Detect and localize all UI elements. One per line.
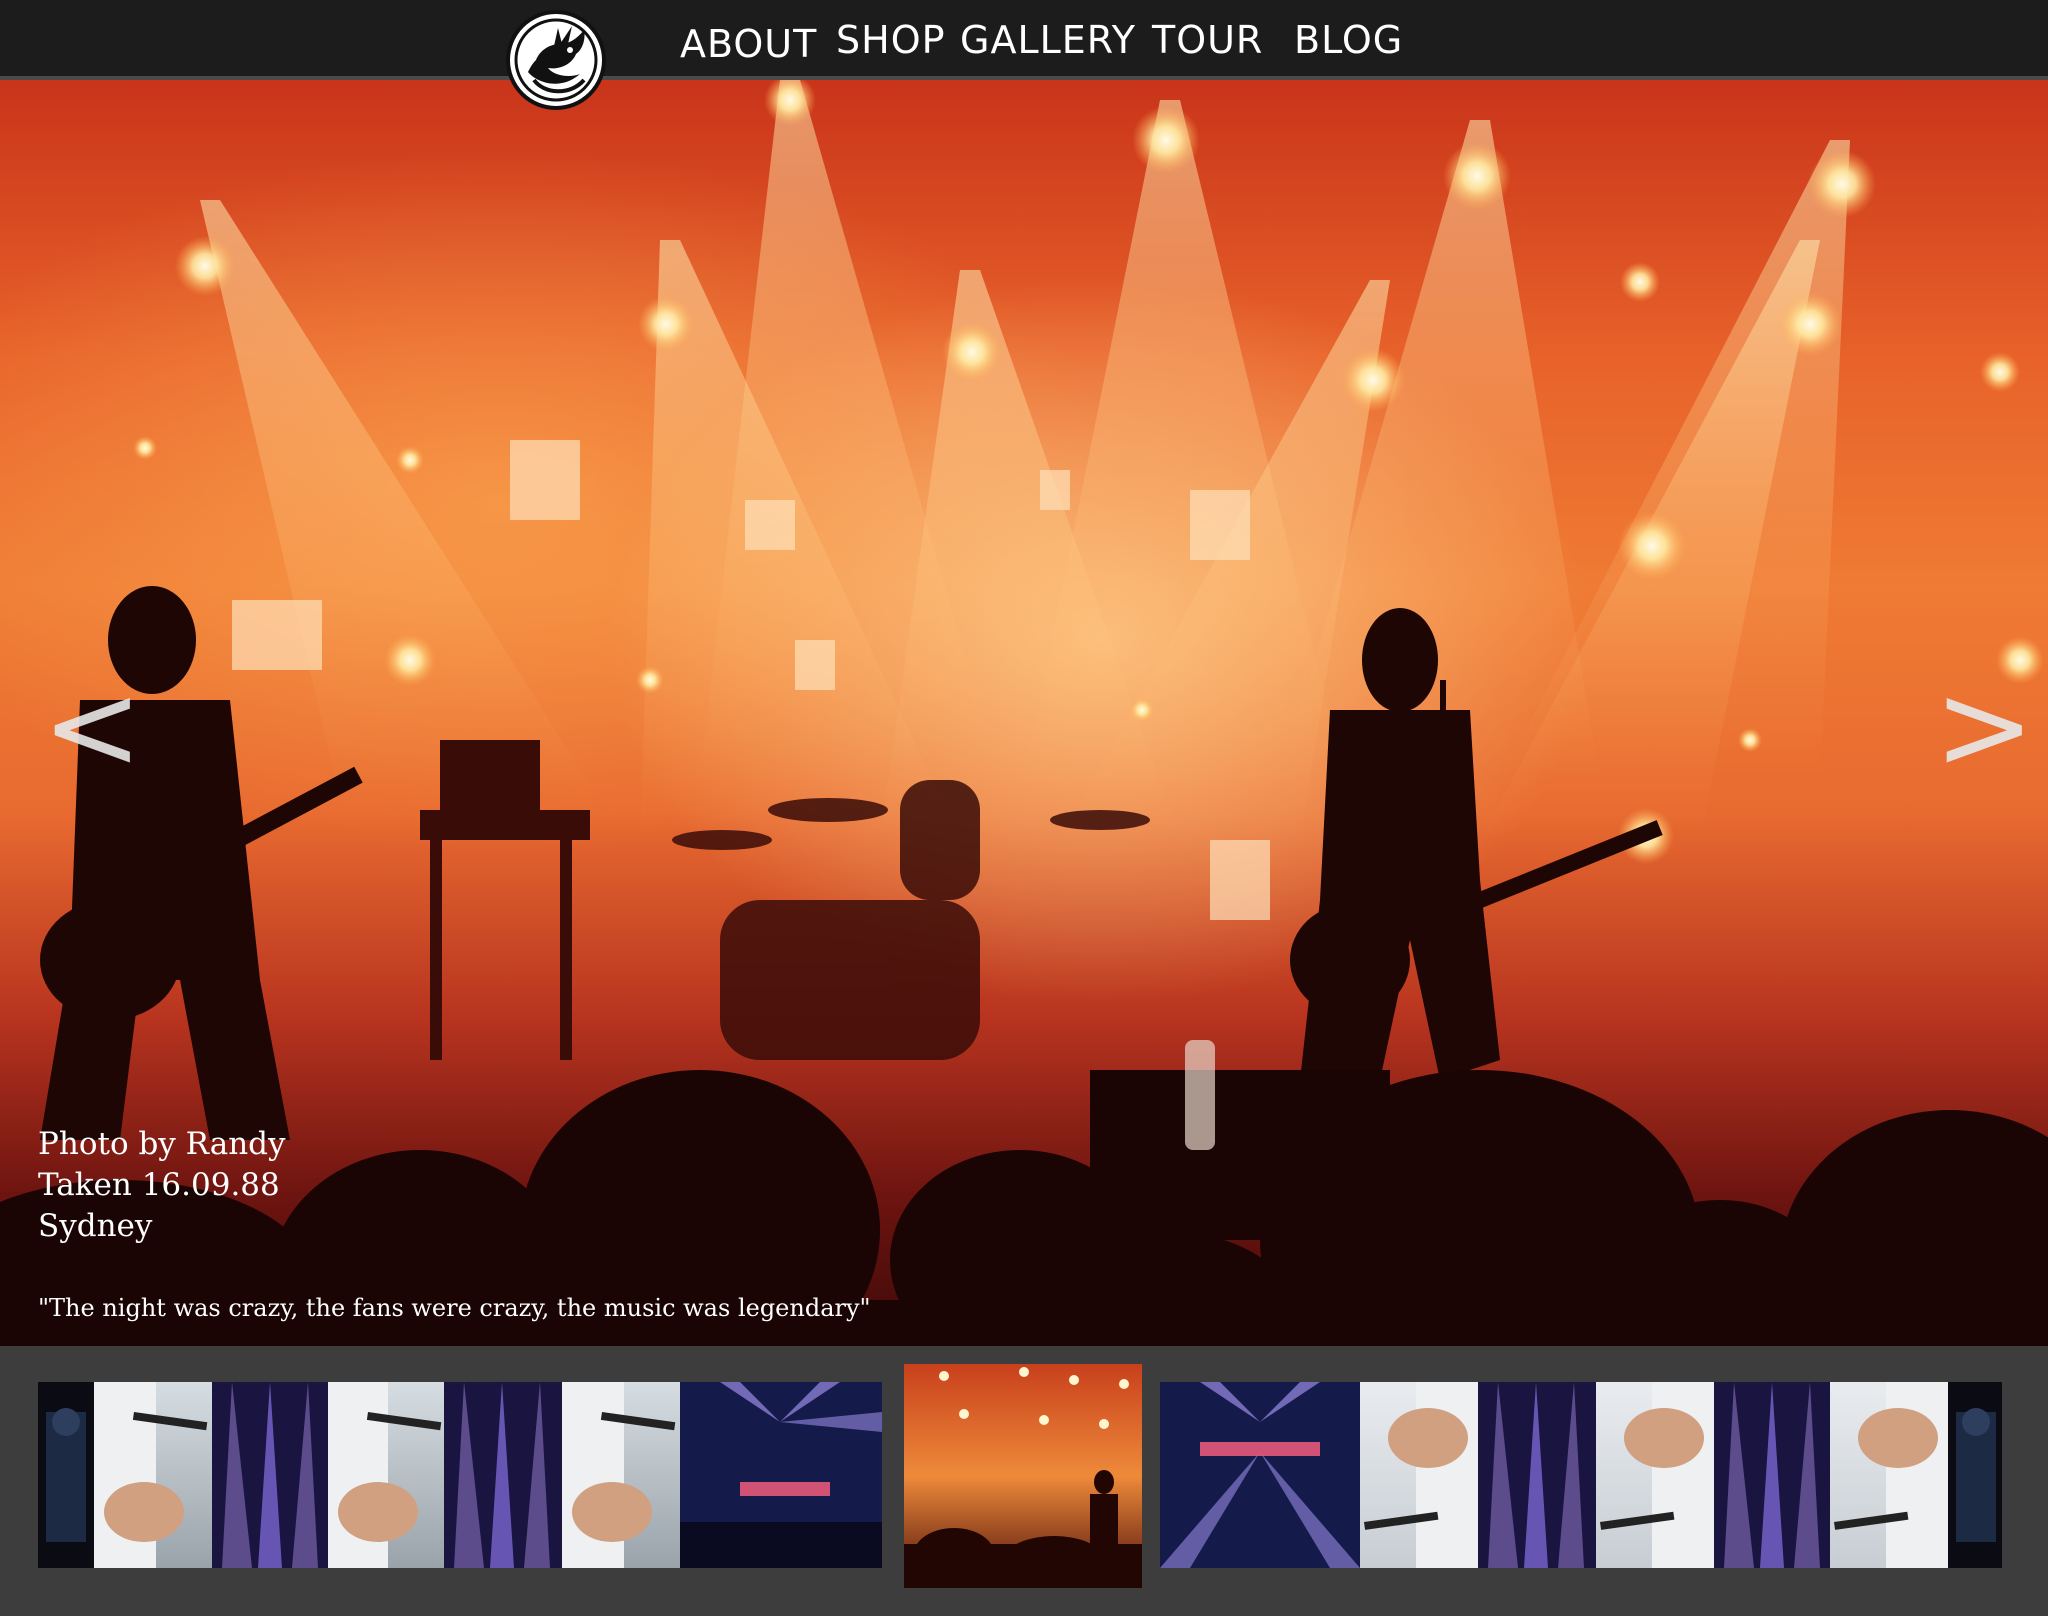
thumbnail-item[interactable]	[1714, 1382, 1830, 1568]
thumbnail-item[interactable]	[328, 1382, 444, 1568]
light-beams	[200, 80, 1850, 840]
thumbnail-item[interactable]	[562, 1382, 680, 1568]
thumbnail-strip	[0, 1346, 2048, 1616]
photo-date: Taken 16.09.88	[38, 1167, 280, 1203]
nav-about[interactable]: ABOUT	[680, 22, 817, 66]
nav-shop[interactable]: SHOP	[836, 18, 946, 62]
thumbnail-item[interactable]	[1830, 1382, 1948, 1568]
thumbnail-item[interactable]	[1948, 1382, 2002, 1568]
thumbnail-item-selected[interactable]	[904, 1364, 1142, 1588]
photo-credit: Photo by Randy	[38, 1126, 286, 1162]
top-navigation: ABOUT SHOP GALLERY TOUR BLOG	[0, 0, 2048, 80]
thumbnail-item[interactable]	[680, 1382, 882, 1568]
concert-scene	[0, 80, 2048, 1346]
nav-tour[interactable]: TOUR	[1152, 18, 1263, 62]
photo-quote: "The night was crazy, the fans were craz…	[38, 1294, 871, 1322]
thumbnail-item[interactable]	[444, 1382, 562, 1568]
water-bottle	[1185, 1040, 1215, 1150]
thumbnail-item[interactable]	[1160, 1382, 1360, 1568]
thumbnail-item[interactable]	[1596, 1382, 1714, 1568]
hero-photo: Photo by Randy Taken 16.09.88 Sydney "Th…	[0, 80, 2048, 1346]
photo-location: Sydney	[38, 1208, 153, 1244]
thumbnail-item[interactable]	[94, 1382, 212, 1568]
previous-arrow-icon[interactable]: <	[42, 668, 143, 788]
next-arrow-icon[interactable]: >	[1934, 668, 2035, 788]
thumbnail-item[interactable]	[212, 1382, 328, 1568]
nav-blog[interactable]: BLOG	[1294, 18, 1403, 62]
nav-gallery[interactable]: GALLERY	[960, 18, 1136, 62]
dragon-logo-graphic	[514, 18, 598, 102]
dragon-logo-icon[interactable]	[506, 10, 606, 110]
thumbnail-item[interactable]	[1360, 1382, 1478, 1568]
thumbnail-item[interactable]	[38, 1382, 94, 1568]
thumbnail-item[interactable]	[1478, 1382, 1596, 1568]
